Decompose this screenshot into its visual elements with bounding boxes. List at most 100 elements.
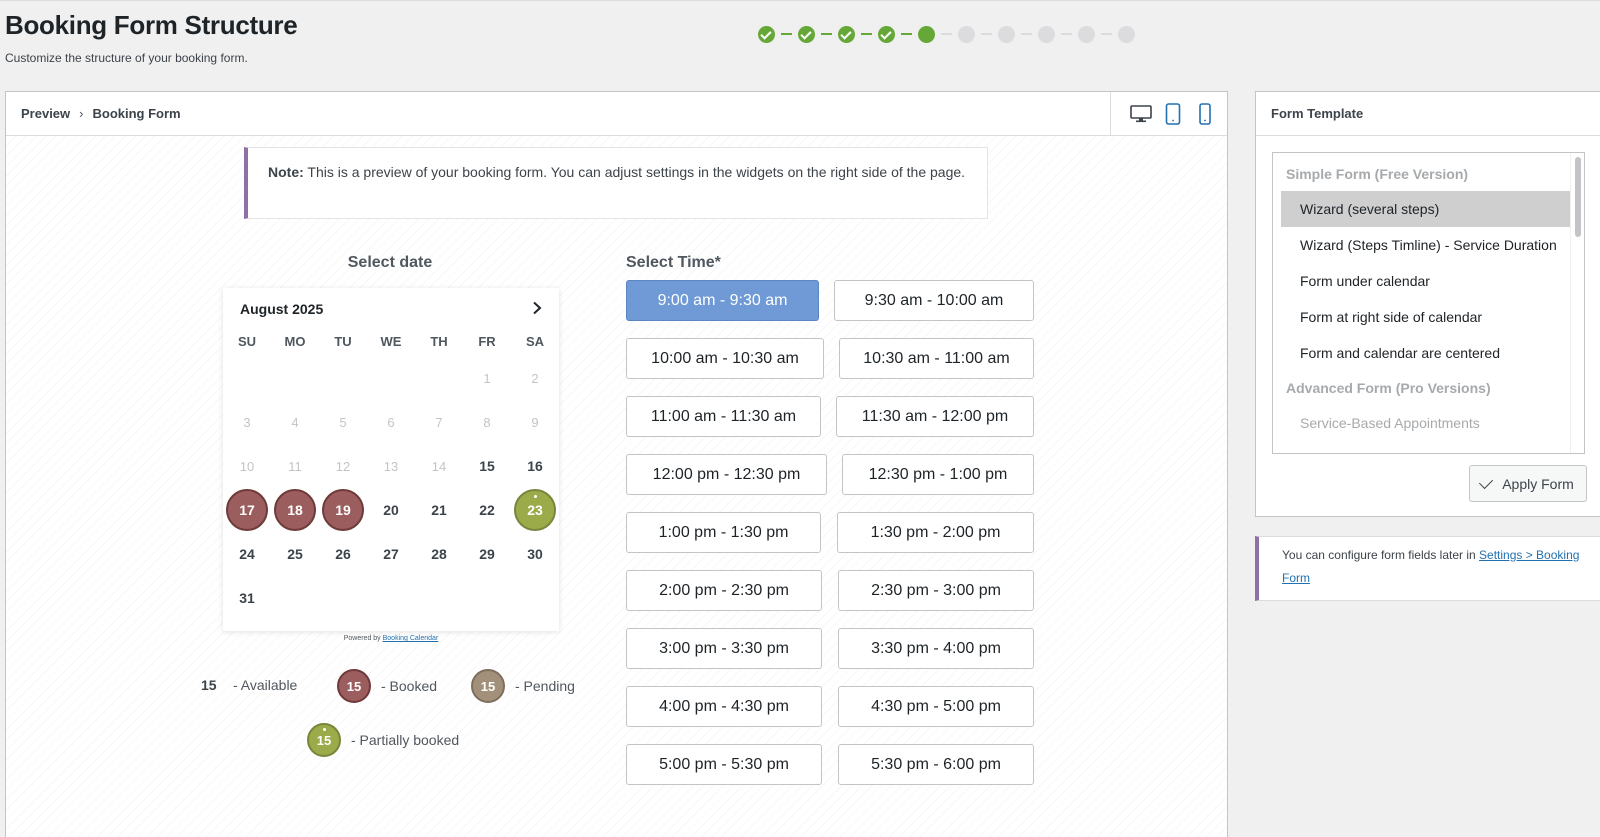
template-group-pro: Advanced Form (Pro Versions) — [1286, 380, 1491, 396]
time-slot-button[interactable]: 5:00 pm - 5:30 pm — [626, 744, 822, 785]
breadcrumb-preview[interactable]: Preview — [21, 106, 70, 121]
next-month-icon[interactable] — [527, 298, 547, 318]
week-row: 31 — [223, 576, 559, 620]
day-available[interactable]: 31 — [223, 576, 271, 620]
step-current-icon — [918, 25, 935, 43]
step-connector — [781, 33, 792, 35]
time-slot-button[interactable]: 10:30 am - 11:00 am — [839, 338, 1034, 379]
legend-available-sample: 15 — [201, 677, 217, 693]
day-unavailable: 8 — [483, 414, 491, 430]
week-row: 17 18 19 20 21 22 23 — [223, 488, 559, 532]
breadcrumb-booking-form: Booking Form — [92, 106, 181, 121]
apply-form-button[interactable]: Apply Form — [1469, 465, 1587, 502]
day-available[interactable]: 15 — [463, 444, 511, 488]
day-available[interactable]: 16 — [511, 444, 559, 488]
day-available[interactable]: 21 — [415, 488, 463, 532]
time-slot-button[interactable]: 2:30 pm - 3:00 pm — [838, 570, 1034, 611]
empty-day — [271, 356, 319, 400]
step-pending-icon — [1118, 25, 1135, 43]
time-slot-button[interactable]: 12:30 pm - 1:00 pm — [842, 454, 1034, 495]
step-connector — [1021, 33, 1032, 35]
day-available[interactable]: 25 — [271, 532, 319, 576]
time-slot-button[interactable]: 1:30 pm - 2:00 pm — [837, 512, 1034, 553]
day-unavailable: 5 — [339, 414, 347, 430]
day-partial[interactable]: 23 — [511, 488, 559, 532]
powered-by-link[interactable]: Booking Calendar — [383, 635, 439, 642]
legend-partial-sample: 15 — [307, 723, 341, 757]
time-slot-button[interactable]: 2:00 pm - 2:30 pm — [626, 570, 822, 611]
week-row: 3 4 5 6 7 8 9 — [223, 400, 559, 444]
day-unavailable: 1 — [483, 370, 491, 386]
weekday-row: SU MO TU WE TH FR SA — [223, 328, 559, 356]
step-pending-icon — [958, 25, 975, 43]
template-option[interactable]: Wizard (several steps) — [1281, 191, 1576, 227]
time-slot-button[interactable]: 10:00 am - 10:30 am — [626, 338, 824, 379]
select-date-label: Select date — [347, 254, 433, 271]
legend-partial-text: - Partially booked — [351, 732, 460, 748]
desktop-icon[interactable] — [1127, 100, 1155, 128]
legend-booked: 15 - Booked — [337, 669, 437, 703]
day-available[interactable]: 29 — [463, 532, 511, 576]
time-slot-button[interactable]: 11:00 am - 11:30 am — [626, 396, 821, 437]
tablet-icon[interactable] — [1159, 100, 1187, 128]
day-available[interactable]: 26 — [319, 532, 367, 576]
step-connector — [981, 33, 992, 35]
template-option[interactable]: Form under calendar — [1281, 263, 1576, 299]
time-slot-button[interactable]: 3:00 pm - 3:30 pm — [626, 628, 822, 669]
day-available[interactable]: 27 — [367, 532, 415, 576]
time-slot-button[interactable]: 11:30 am - 12:00 pm — [836, 396, 1034, 437]
weekday-label: FR — [478, 334, 496, 349]
day-number: 19 — [322, 489, 364, 531]
note-label: Note: — [268, 164, 304, 180]
template-option[interactable]: Form and calendar are centered — [1281, 335, 1576, 371]
day-unavailable: 11 — [288, 458, 302, 474]
day-available[interactable]: 22 — [463, 488, 511, 532]
page-title: Booking Form Structure — [5, 10, 298, 40]
time-slot-button[interactable]: 4:30 pm - 5:00 pm — [838, 686, 1034, 727]
step-pending-icon — [998, 25, 1015, 43]
time-slot-button[interactable]: 12:00 pm - 12:30 pm — [626, 454, 827, 495]
day-available[interactable]: 28 — [415, 532, 463, 576]
day-booked: 17 — [223, 488, 271, 532]
powered-by-text: Powered by — [343, 635, 381, 642]
legend-booked-text: - Booked — [381, 678, 438, 694]
weekday-label: WE — [380, 334, 402, 349]
day-unavailable: 7 — [435, 414, 443, 430]
time-slot-button[interactable]: 3:30 pm - 4:00 pm — [838, 628, 1034, 669]
config-note: You can configure form fields later in S… — [1255, 536, 1600, 601]
day-unavailable: 14 — [431, 458, 447, 474]
calendar: August 2025 SU MO TU WE TH FR SA 1 2 3 4 5 6 7 8 9 10 11 1… — [223, 288, 559, 631]
step-connector — [941, 33, 952, 35]
time-slot-button[interactable]: 9:30 am - 10:00 am — [834, 280, 1034, 321]
day-available[interactable]: 24 — [223, 532, 271, 576]
empty-day — [271, 576, 319, 620]
template-option[interactable]: Form at right side of calendar — [1281, 299, 1576, 335]
top-border — [0, 0, 1600, 4]
empty-day — [415, 576, 463, 620]
device-switcher — [1110, 92, 1227, 135]
day-unavailable: 3 — [243, 414, 251, 430]
time-slot-button[interactable]: 5:30 pm - 6:00 pm — [838, 744, 1034, 785]
day-number: 18 — [274, 489, 316, 531]
time-slot-button[interactable]: 9:00 am - 9:30 am — [626, 280, 819, 321]
template-option[interactable]: Wizard (Steps Timline) - Service Duratio… — [1281, 227, 1576, 263]
day-available[interactable]: 30 — [511, 532, 559, 576]
day-unavailable: 2 — [531, 370, 539, 386]
calendar-grid: SU MO TU WE TH FR SA 1 2 3 4 5 6 7 8 9 10 11 12 13 14 15 16 17 1… — [223, 328, 559, 620]
weekday-label: TU — [334, 334, 352, 349]
mobile-icon[interactable] — [1191, 100, 1219, 128]
week-row: 12 — [223, 356, 559, 400]
empty-day — [367, 356, 415, 400]
weekday-label: SU — [237, 334, 257, 349]
step-connector — [821, 33, 832, 35]
scrollbar-thumb[interactable] — [1575, 157, 1581, 237]
time-slot-button[interactable]: 1:00 pm - 1:30 pm — [626, 512, 821, 553]
template-option-pro: Service-Based Appointments — [1300, 415, 1480, 431]
preview-body: Note: This is a preview of your booking … — [6, 136, 1227, 837]
form-template-list[interactable]: Simple Form (Free Version) Wizard (sever… — [1272, 152, 1585, 454]
template-list-scrollbar[interactable] — [1570, 153, 1584, 453]
time-slot-button[interactable]: 4:00 pm - 4:30 pm — [626, 686, 822, 727]
week-row: 24 25 26 27 28 29 30 — [223, 532, 559, 576]
day-available[interactable]: 20 — [367, 488, 415, 532]
step-connector — [901, 33, 912, 35]
